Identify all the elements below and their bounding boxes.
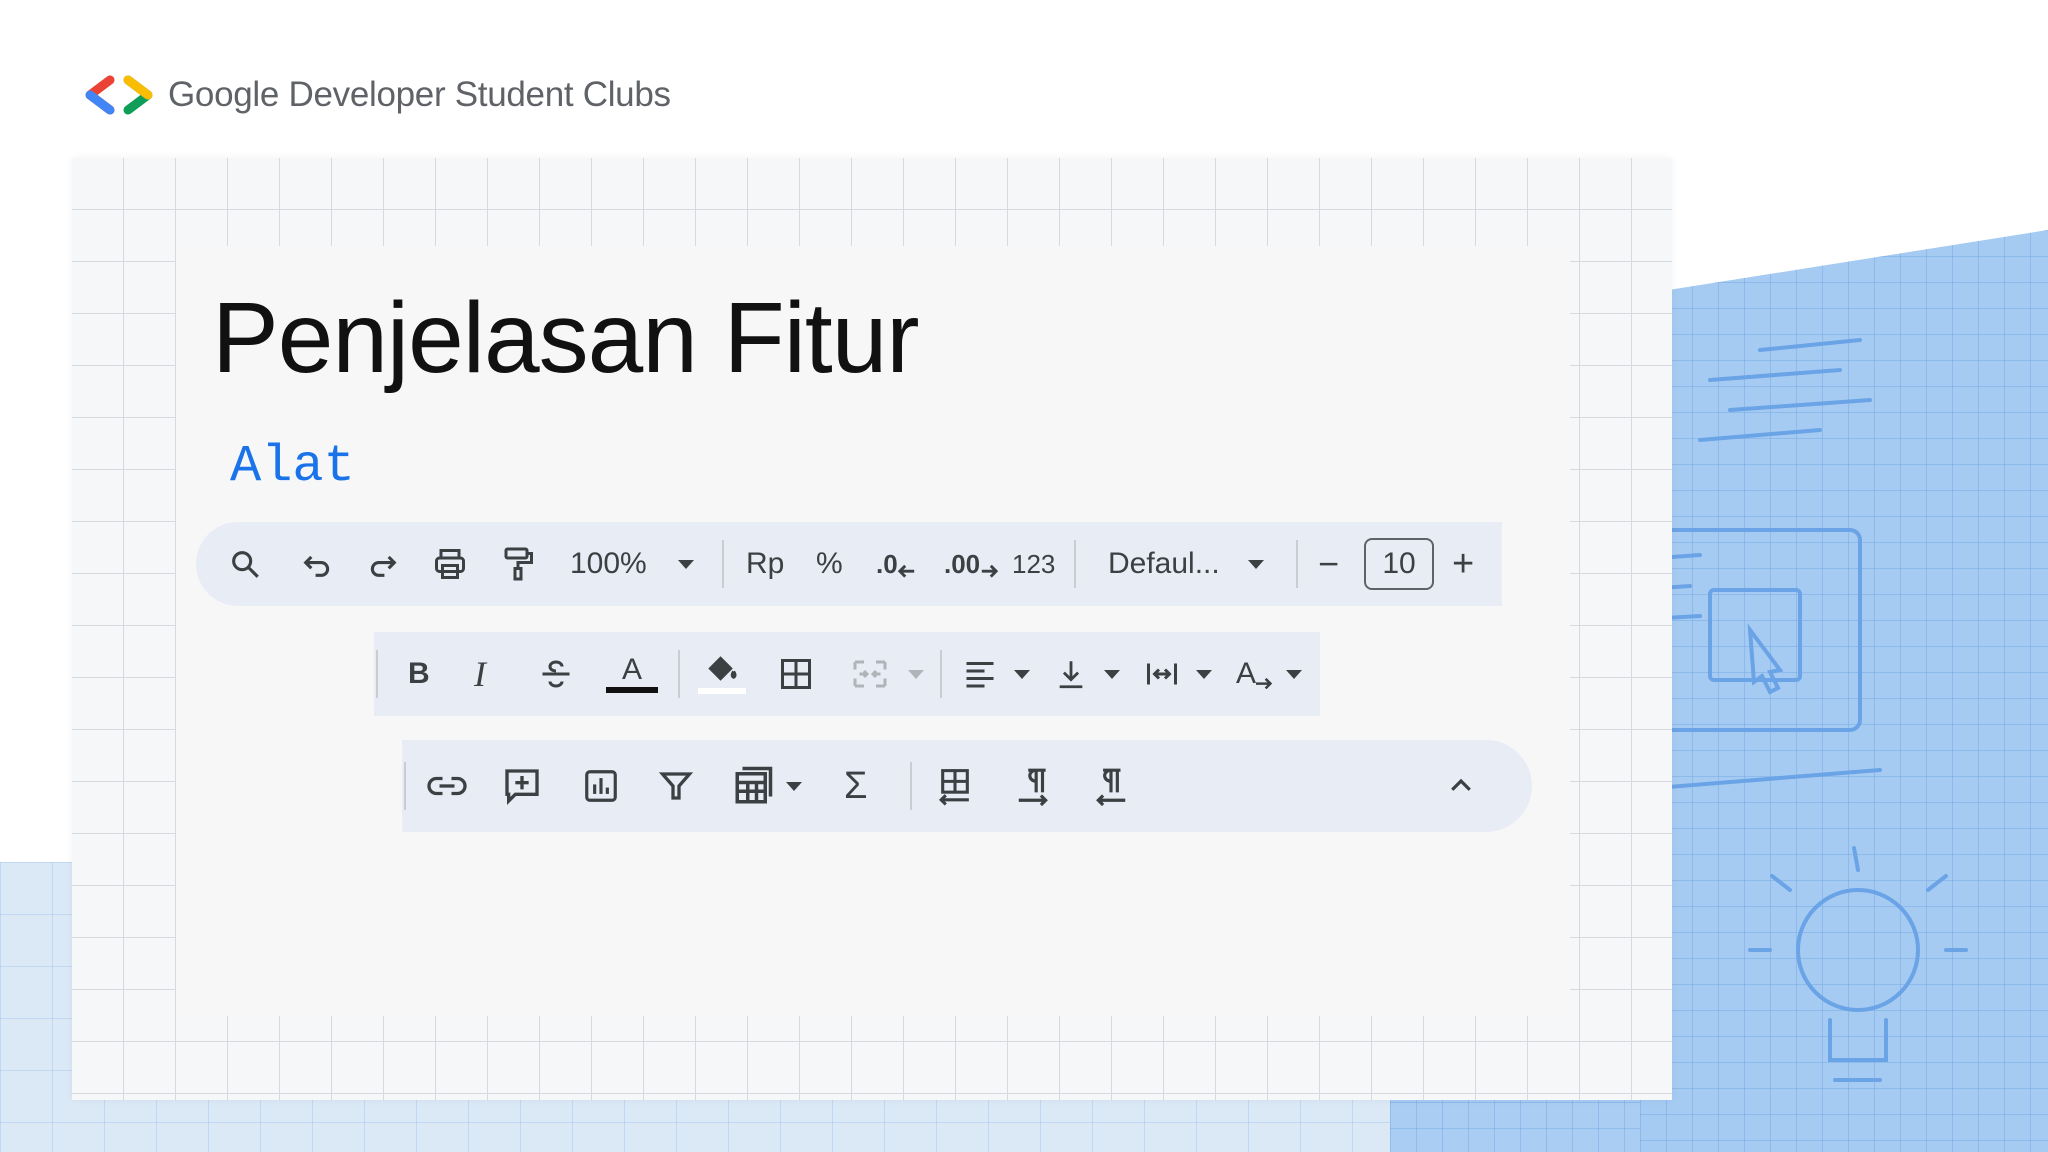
wrap-caret-icon[interactable] [1196,644,1212,704]
font-size-value: 10 [1364,538,1434,590]
fill-color-button[interactable] [698,644,746,704]
toolbar-row-1: 100% Rp % .0 .00 123 Defaul... − 10 + [196,522,1502,606]
text-wrap-icon[interactable] [1144,644,1180,704]
currency-format-button[interactable]: Rp [746,534,784,594]
blueprint-illustration [1640,230,2048,1152]
toolbar-row-3: Σ [402,740,1532,832]
separator [910,762,912,810]
horizontal-align-icon[interactable] [962,644,998,704]
freeze-icon[interactable] [936,756,974,816]
redo-icon[interactable] [366,534,400,594]
separator [376,650,378,698]
vertical-align-icon[interactable] [1054,644,1088,704]
separator [940,650,942,698]
link-icon[interactable] [426,756,468,816]
italic-button[interactable]: I [474,644,486,704]
brand-name: Google Developer Student Clubs [168,75,671,114]
decrease-decimal-label: .0 [876,548,898,579]
bold-button[interactable]: B [408,644,430,704]
gdsc-logo-icon [85,75,153,115]
text-rotation-label: A [1236,657,1257,690]
separator [1074,540,1076,588]
merge-cells-icon [850,644,890,704]
increase-decimal-button[interactable]: .00 [944,534,999,594]
font-caret-icon[interactable] [1248,534,1264,594]
zoom-select[interactable]: 100% [570,534,647,594]
valign-caret-icon[interactable] [1104,644,1120,704]
text-color-swatch [606,687,658,693]
slide-subtitle: Alat [230,437,355,496]
ltr-icon[interactable] [1014,756,1052,816]
slide-title: Penjelasan Fitur [212,282,920,394]
text-rotation-button[interactable]: A [1236,644,1273,704]
filter-views-icon[interactable] [732,756,774,816]
increase-decimal-label: .00 [944,548,981,579]
insert-comment-icon[interactable] [502,756,542,816]
undo-icon[interactable] [300,534,334,594]
separator [404,762,406,810]
merge-caret-icon [908,644,924,704]
text-color-button[interactable]: A [606,644,658,704]
fill-color-swatch [698,688,746,694]
increase-font-size-button[interactable]: + [1452,534,1474,594]
zoom-caret-icon[interactable] [678,534,694,594]
functions-button[interactable]: Σ [844,756,868,816]
separator [678,650,680,698]
separator [1296,540,1298,588]
decrease-decimal-button[interactable]: .0 [876,534,916,594]
rotation-caret-icon[interactable] [1286,644,1302,704]
collapse-toolbar-icon[interactable] [1446,756,1476,816]
filter-icon[interactable] [658,756,694,816]
rtl-icon[interactable] [1092,756,1130,816]
percent-format-button[interactable]: % [816,534,843,594]
borders-icon[interactable] [778,644,814,704]
paint-format-icon[interactable] [500,534,536,594]
insert-chart-icon[interactable] [582,756,620,816]
strikethrough-icon[interactable] [538,644,574,704]
decrease-font-size-button[interactable]: − [1318,534,1339,594]
search-icon[interactable] [228,534,262,594]
number-format-button[interactable]: 123 [1012,534,1055,594]
filter-views-caret-icon[interactable] [786,756,802,816]
text-color-label: A [621,653,642,686]
separator [722,540,724,588]
align-caret-icon[interactable] [1014,644,1030,704]
print-icon[interactable] [432,534,468,594]
font-size-input[interactable]: 10 [1364,534,1434,594]
toolbar-row-2: B I A A [374,632,1320,716]
font-select[interactable]: Defaul... [1108,534,1220,594]
